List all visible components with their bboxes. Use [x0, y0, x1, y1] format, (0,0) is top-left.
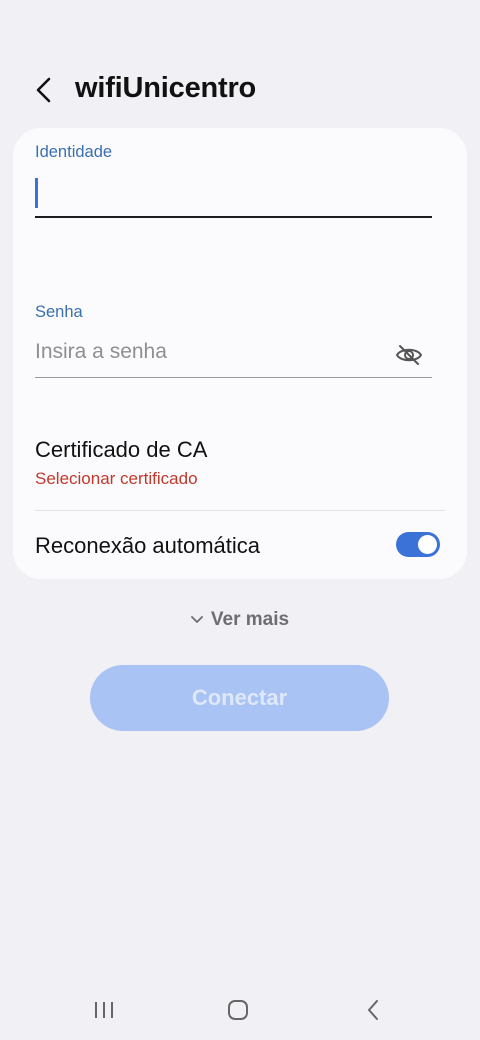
- toggle-knob: [418, 535, 437, 554]
- password-placeholder: Insira a senha: [35, 340, 167, 363]
- back-button[interactable]: [28, 72, 60, 108]
- eye-off-icon: [395, 345, 423, 365]
- recents-icon: [95, 1002, 113, 1018]
- ca-certificate-row[interactable]: Certificado de CA Selecionar certificado: [13, 426, 467, 508]
- identity-input[interactable]: [35, 172, 432, 218]
- chevron-left-icon: [36, 77, 51, 103]
- connect-label: Conectar: [191, 685, 288, 710]
- page-title: wifiUnicentro: [75, 72, 257, 104]
- toggle-password-visibility-button[interactable]: [394, 340, 424, 370]
- system-navigation-bar: [0, 985, 480, 1035]
- auto-reconnect-label: Reconexão automática: [35, 533, 261, 558]
- password-label: Senha: [35, 303, 83, 321]
- see-more-label: Ver mais: [210, 609, 290, 630]
- connect-button[interactable]: Conectar: [90, 665, 389, 731]
- text-cursor: [35, 178, 38, 208]
- system-back-button[interactable]: [356, 995, 390, 1025]
- back-icon: [368, 1000, 378, 1020]
- home-icon: [228, 1000, 248, 1020]
- app-header: wifiUnicentro: [0, 62, 480, 118]
- chevron-down-icon: [191, 616, 203, 623]
- divider: [35, 510, 445, 511]
- auto-reconnect-row: Reconexão automática: [13, 520, 467, 570]
- network-settings-card: Identidade Senha Insira a senha Certific…: [13, 128, 467, 579]
- see-more-button[interactable]: Ver mais: [0, 606, 480, 634]
- home-button[interactable]: [221, 995, 255, 1025]
- recents-button[interactable]: [87, 995, 121, 1025]
- password-input[interactable]: Insira a senha: [35, 332, 432, 378]
- ca-certificate-title: Certificado de CA: [35, 437, 208, 462]
- identity-label: Identidade: [35, 143, 113, 161]
- auto-reconnect-toggle[interactable]: [396, 532, 440, 557]
- ca-certificate-value: Selecionar certificado: [35, 469, 198, 488]
